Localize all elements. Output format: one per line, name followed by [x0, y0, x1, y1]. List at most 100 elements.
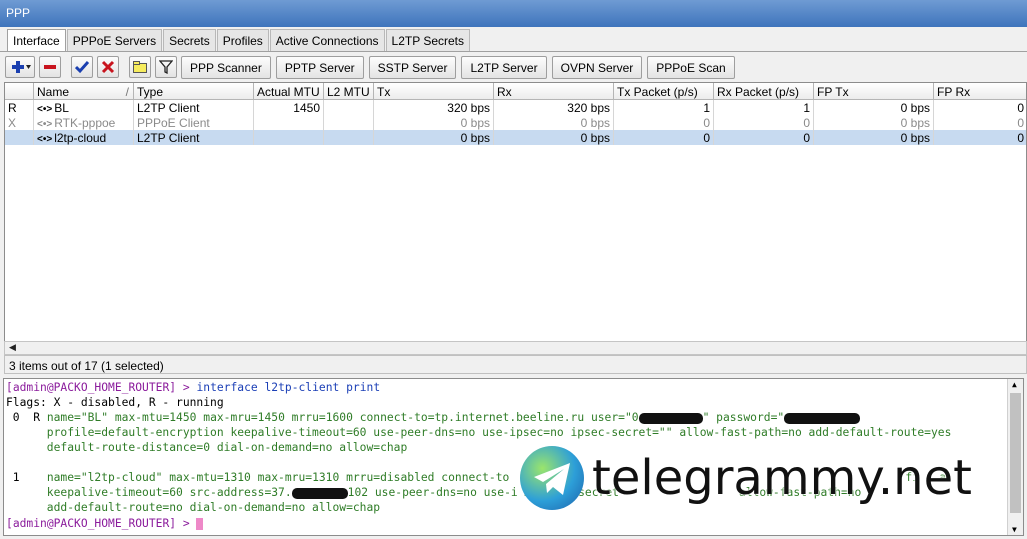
- scroll-up-icon[interactable]: ▲: [1012, 380, 1017, 389]
- scrollbar-thumb[interactable]: [1010, 393, 1021, 513]
- disable-button[interactable]: [97, 56, 119, 78]
- row-flag: [5, 130, 34, 145]
- vertical-scrollbar[interactable]: ▲ ▼: [1007, 379, 1023, 535]
- column-header-name[interactable]: Name /: [34, 83, 134, 100]
- tab-secrets[interactable]: Secrets: [163, 29, 216, 51]
- row-tx: 320 bps: [374, 100, 494, 115]
- tab-profiles[interactable]: Profiles: [216, 29, 269, 51]
- prompt-user: admin: [12, 517, 47, 530]
- prompt-close: ] >: [169, 517, 197, 530]
- column-header-fp-tx[interactable]: FP Tx: [814, 83, 934, 100]
- pppoe-scan-button[interactable]: PPPoE Scan: [647, 55, 735, 79]
- terminal-cursor[interactable]: [196, 518, 204, 530]
- add-button[interactable]: [5, 56, 35, 78]
- row-tx-packet: 1: [614, 100, 714, 115]
- entry-params: keepalive-timeout=60 src-address=37.: [6, 486, 292, 499]
- tab-pppoe-servers[interactable]: PPPoE Servers: [66, 29, 163, 51]
- prompt-user: admin: [12, 381, 47, 394]
- tab-interface[interactable]: Interface: [7, 29, 66, 52]
- column-header-flag[interactable]: [5, 83, 34, 100]
- row-tx-packet: 0: [614, 115, 714, 130]
- interface-icon: <•>: [37, 104, 53, 115]
- row-name-text: BL: [54, 101, 69, 115]
- terminal-line-command: [admin@PACKO_HOME_ROUTER] > interface l2…: [6, 381, 381, 394]
- terminal-entry-0-line-3: default-route-distance=0 dial-on-demand=…: [6, 441, 408, 454]
- prompt-host: @PACKO_HOME_ROUTER: [46, 381, 170, 394]
- disable-icon: [101, 60, 115, 74]
- row-type: L2TP Client: [134, 100, 254, 115]
- scroll-down-icon[interactable]: ▼: [1012, 525, 1017, 534]
- l2tp-server-button[interactable]: L2TP Server: [461, 55, 547, 79]
- enable-button[interactable]: [71, 56, 93, 78]
- row-l2-mtu: [324, 130, 374, 145]
- row-rx: 0 bps: [494, 130, 614, 145]
- entry-params: name="l2tp-cloud" max-mtu=1310 max-mru=1…: [46, 471, 510, 484]
- toolbar: PPP Scanner PPTP Server SSTP Server L2TP…: [5, 55, 740, 79]
- status-bar: 3 items out of 17 (1 selected): [4, 355, 1027, 374]
- ppp-scanner-button[interactable]: PPP Scanner: [181, 55, 271, 79]
- add-icon: [12, 61, 31, 73]
- telegram-logo-icon: [520, 446, 584, 510]
- entry-password-key: " password=": [702, 411, 785, 424]
- entry-index: 1: [6, 471, 47, 484]
- row-rx-packet: 0: [714, 115, 814, 130]
- row-rx-packet: 0: [714, 130, 814, 145]
- row-actual-mtu: 1450: [254, 100, 324, 115]
- row-type: L2TP Client: [134, 130, 254, 145]
- comment-icon: [133, 61, 147, 73]
- redacted-address: [291, 487, 348, 499]
- column-header-type[interactable]: Type: [134, 83, 254, 100]
- paper-plane-icon: [534, 463, 570, 495]
- row-name: <•> l2tp-cloud: [34, 130, 134, 145]
- terminal-entry-1-line-3: add-default-route=no dial-on-demand=no a…: [6, 501, 381, 514]
- terminal-flags-line: Flags: X - disabled, R - running: [6, 396, 224, 409]
- row-fp-tx: 0 bps: [814, 130, 934, 145]
- row-fp-rx: 0: [934, 130, 1026, 145]
- horizontal-scrollbar[interactable]: ◀: [4, 341, 1027, 355]
- row-tx: 0 bps: [374, 130, 494, 145]
- row-fp-rx: 0: [934, 100, 1026, 115]
- pptp-server-button[interactable]: PPTP Server: [275, 55, 364, 79]
- tab-strip: Interface PPPoE Servers Secrets Profiles…: [7, 29, 471, 52]
- scroll-left-icon[interactable]: ◀: [9, 342, 16, 353]
- entry-name-value: "BL": [80, 411, 109, 424]
- column-header-tx[interactable]: Tx: [374, 83, 494, 100]
- remove-icon: [44, 65, 56, 69]
- column-header-rx[interactable]: Rx: [494, 83, 614, 100]
- filter-icon: [159, 60, 173, 74]
- enable-icon: [75, 61, 89, 74]
- row-name-text: l2tp-cloud: [54, 131, 107, 145]
- column-header-rx-packet[interactable]: Rx Packet (p/s): [714, 83, 814, 100]
- ovpn-server-button[interactable]: OVPN Server: [551, 55, 643, 79]
- row-flag: X: [5, 115, 34, 130]
- table-row[interactable]: X <•> RTK-pppoe PPPoE Client 0 bps 0 bps …: [5, 115, 1026, 130]
- status-text: 3 items out of 17 (1 selected): [9, 359, 164, 373]
- row-tx: 0 bps: [374, 115, 494, 130]
- table-row[interactable]: <•> l2tp-cloud L2TP Client 0 bps 0 bps 0 …: [5, 130, 1026, 145]
- terminal-entry-0-line-1: 0 R name="BL" max-mtu=1450 max-mru=1450 …: [6, 410, 861, 425]
- sstp-server-button[interactable]: SSTP Server: [368, 55, 457, 79]
- row-fp-tx: 0 bps: [814, 100, 934, 115]
- row-type: PPPoE Client: [134, 115, 254, 130]
- tab-active-connections[interactable]: Active Connections: [269, 29, 385, 51]
- table-row[interactable]: R <•> BL L2TP Client 1450 320 bps 320 bps…: [5, 100, 1026, 115]
- remove-button[interactable]: [39, 56, 61, 78]
- column-header-label: Name: [37, 85, 70, 99]
- column-header-fp-rx[interactable]: FP Rx: [934, 83, 1026, 100]
- watermark-text: telegrammy.net: [592, 450, 972, 506]
- table-header: Name / Type Actual MTU L2 MTU Tx Rx Tx P…: [5, 83, 1026, 100]
- terminal-prompt-line: [admin@PACKO_HOME_ROUTER] >: [6, 516, 204, 531]
- column-header-tx-packet[interactable]: Tx Packet (p/s): [614, 83, 714, 100]
- comment-button[interactable]: [129, 56, 151, 78]
- row-name: <•> BL: [34, 100, 134, 115]
- filter-button[interactable]: [155, 56, 177, 78]
- tab-l2tp-secrets[interactable]: L2TP Secrets: [385, 29, 470, 51]
- column-header-actual-mtu[interactable]: Actual MTU: [254, 83, 324, 100]
- entry-params: 102 use-peer-dns=no use-i: [347, 486, 518, 499]
- interface-table: Name / Type Actual MTU L2 MTU Tx Rx Tx P…: [4, 82, 1027, 342]
- row-l2-mtu: [324, 100, 374, 115]
- window-title-bar: PPP: [0, 0, 1027, 27]
- redacted-password: [784, 412, 861, 424]
- watermark: telegrammy.net: [520, 446, 972, 510]
- column-header-l2-mtu[interactable]: L2 MTU: [324, 83, 374, 100]
